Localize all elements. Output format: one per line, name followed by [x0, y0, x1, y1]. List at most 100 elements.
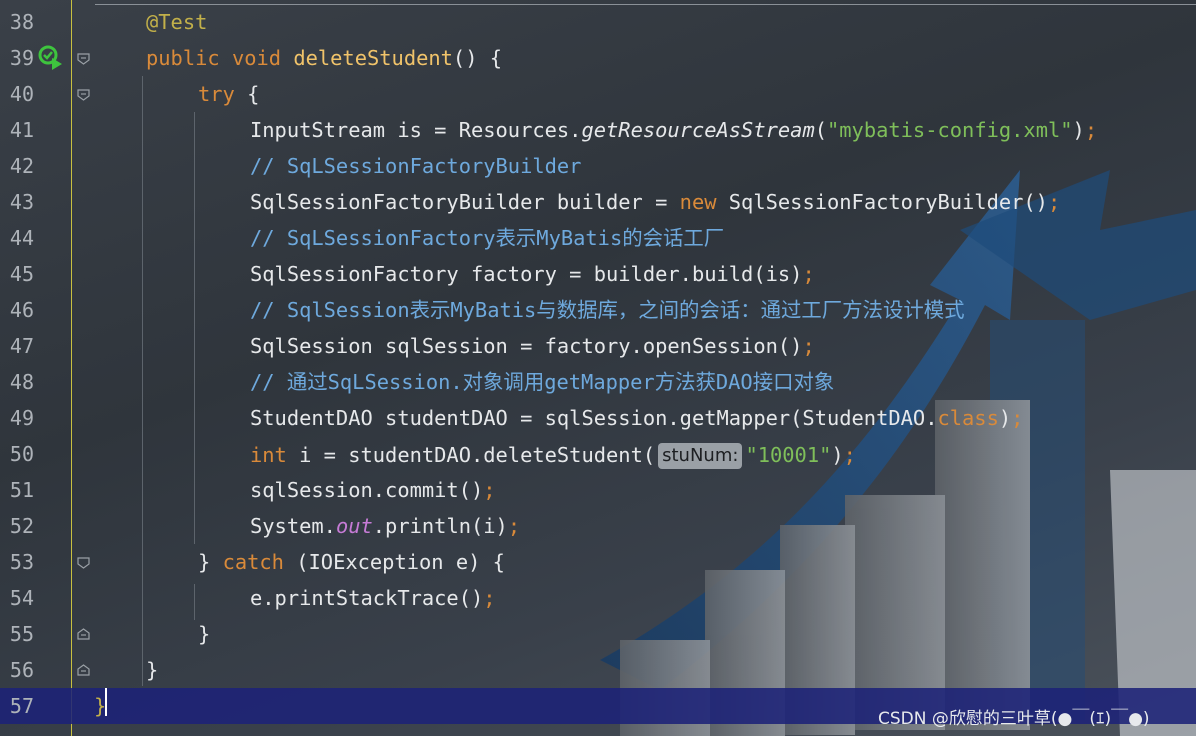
code-token: StudentDAO studentDAO = sqlSession.getMa… [250, 406, 938, 430]
line-number: 48 [9, 370, 34, 394]
code-token: ) [831, 443, 844, 467]
line-number: 38 [9, 10, 34, 34]
code-token: SqlSession sqlSession = factory.openSess… [250, 334, 803, 358]
code-token: ; [1047, 190, 1061, 214]
code-token: ) [1072, 118, 1085, 142]
code-token: .println(i) [372, 514, 508, 538]
code-token: public [146, 46, 232, 70]
code-token: } [198, 550, 223, 574]
code-line[interactable]: 51 sqlSession.commit(); [0, 472, 1196, 508]
fold-icon[interactable] [77, 628, 90, 640]
code-line[interactable]: 54 e.printStackTrace(); [0, 580, 1196, 616]
code-text: public void deleteStudent() { [146, 47, 502, 69]
code-text: InputStream is = Resources.getResourceAs… [250, 119, 1097, 141]
code-line[interactable]: 44 // SqLSessionFactory表示MyBatis的会话工厂 [0, 220, 1196, 256]
code-token: getResourceAsStream [581, 118, 815, 142]
code-text: // SqLSessionFactoryBuilder [250, 155, 581, 177]
line-number: 53 [9, 550, 34, 574]
code-line[interactable]: 53 } catch (IOException e) { [0, 544, 1196, 580]
line-number: 47 [9, 334, 34, 358]
line-number: 43 [9, 190, 34, 214]
code-token: new [679, 190, 729, 214]
code-token: System. [250, 514, 336, 538]
line-number: 52 [9, 514, 34, 538]
code-text: @Test [146, 11, 207, 33]
code-line[interactable]: 38 @Test [0, 4, 1196, 40]
code-token: i = studentDAO.deleteStudent( [299, 443, 656, 467]
code-token: // SqLSessionFactoryBuilder [250, 154, 582, 178]
code-text: // SqlSession表示MyBatis与数据库，之间的会话：通过工厂方法设… [250, 299, 965, 321]
code-line[interactable]: 46 // SqlSession表示MyBatis与数据库，之间的会话：通过工厂方… [0, 292, 1196, 328]
code-line[interactable]: 41 InputStream is = Resources.getResource… [0, 112, 1196, 148]
line-number: 39 [9, 46, 34, 70]
code-token: ; [483, 478, 496, 502]
line-number: 46 [9, 298, 34, 322]
code-text: try { [198, 83, 259, 105]
code-token: ; [507, 514, 521, 538]
fold-icon[interactable] [77, 557, 90, 569]
code-line[interactable]: 55} [0, 616, 1196, 652]
code-token: e.printStackTrace() [250, 586, 484, 610]
code-line[interactable]: 49 StudentDAO studentDAO = sqlSession.get… [0, 400, 1196, 436]
code-line[interactable]: 47 SqlSession sqlSession = factory.openSe… [0, 328, 1196, 364]
code-token: ; [1084, 118, 1098, 142]
line-number: 41 [9, 118, 34, 142]
code-text: } [198, 623, 210, 645]
code-token: SqlSessionFactoryBuilder builder = [250, 190, 680, 214]
code-token: } [146, 658, 159, 682]
code-token: () { [452, 46, 503, 70]
code-line[interactable]: 48 // 通过SqLSession.对象调用getMapper方法获DAO接口对… [0, 364, 1196, 400]
code-text: SqlSession sqlSession = factory.openSess… [250, 335, 815, 357]
code-token: ) [998, 406, 1012, 430]
text-cursor [105, 688, 107, 716]
code-text: SqlSessionFactoryBuilder builder = new S… [250, 191, 1060, 213]
code-token: } [198, 622, 211, 646]
line-number: 44 [9, 226, 34, 250]
code-text: System.out.println(i); [250, 515, 520, 537]
code-token: ; [483, 586, 496, 610]
code-text: int i = studentDAO.deleteStudent(stuNum:… [250, 443, 856, 469]
code-text: // 通过SqLSession.对象调用getMapper方法获DAO接口对象 [250, 371, 834, 393]
line-number: 56 [9, 658, 34, 682]
line-number: 45 [9, 262, 34, 286]
fold-icon[interactable] [77, 89, 90, 101]
code-text: } [146, 659, 158, 681]
code-text: SqlSessionFactory factory = builder.buil… [250, 263, 815, 285]
code-line[interactable]: 42 // SqLSessionFactoryBuilder [0, 148, 1196, 184]
code-line[interactable]: 45 SqlSessionFactory factory = builder.bu… [0, 256, 1196, 292]
code-line[interactable]: 43 SqlSessionFactoryBuilder builder = new… [0, 184, 1196, 220]
code-line[interactable]: 40 try { [0, 76, 1196, 112]
code-line[interactable]: 56} [0, 652, 1196, 688]
line-number: 54 [9, 586, 34, 610]
code-token: // SqlSession表示MyBatis与数据库，之间的会话：通过工厂方法设… [250, 298, 965, 322]
code-token: class [937, 406, 999, 430]
code-token: "10001" [745, 443, 832, 467]
code-text: // SqLSessionFactory表示MyBatis的会话工厂 [250, 227, 724, 249]
code-token: ; [1011, 406, 1024, 430]
line-number: 51 [9, 478, 34, 502]
run-test-icon[interactable] [38, 45, 64, 71]
code-token: deleteStudent [293, 46, 453, 70]
code-token: // SqLSessionFactory表示MyBatis的会话工厂 [250, 226, 725, 250]
code-text: sqlSession.commit(); [250, 479, 496, 501]
code-token: SqlSessionFactory factory = builder.buil… [250, 262, 803, 286]
line-number: 50 [9, 442, 34, 466]
code-line[interactable]: 50 int i = studentDAO.deleteStudent(stuNu… [0, 436, 1196, 472]
code-text: } catch (IOException e) { [198, 551, 505, 573]
code-token: { [247, 82, 260, 106]
code-token: ; [843, 443, 856, 467]
watermark: CSDN @欣慰的三叶草(●￣(ｴ)￣●) [878, 709, 1150, 729]
code-token: ( [814, 118, 827, 142]
fold-icon[interactable] [77, 664, 90, 676]
code-token: "mybatis-config.xml" [827, 118, 1073, 142]
line-number: 49 [9, 406, 34, 430]
code-line[interactable]: 39 public void deleteStudent() { [0, 40, 1196, 76]
code-token: try [198, 82, 248, 106]
code-line[interactable]: 52 System.out.println(i); [0, 508, 1196, 544]
code-token: catch [222, 550, 297, 574]
line-number: 57 [9, 694, 34, 718]
code-text: StudentDAO studentDAO = sqlSession.getMa… [250, 407, 1023, 429]
fold-icon[interactable] [77, 53, 90, 65]
code-token: ; [802, 262, 815, 286]
code-token: out [335, 514, 373, 538]
